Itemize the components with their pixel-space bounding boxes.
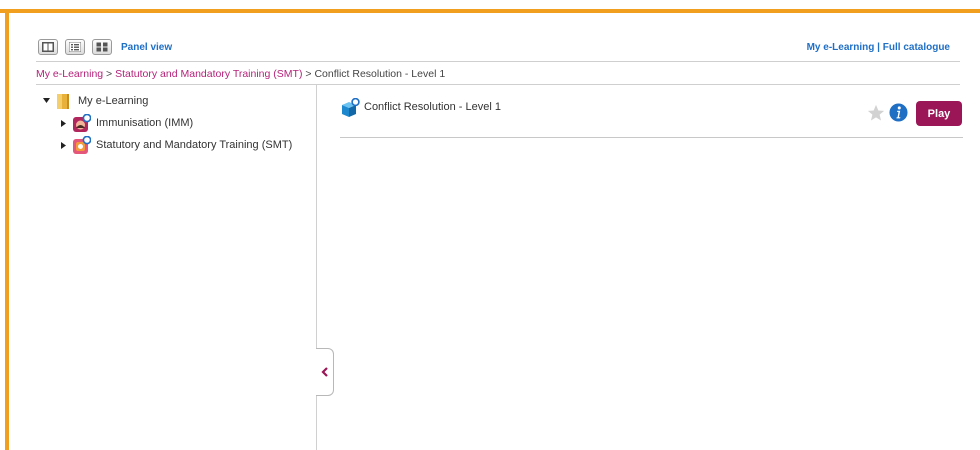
caret-right-icon[interactable] [60,141,68,149]
view-toolbar: Panel view My e-Learning | Full catalogu… [38,38,950,56]
grid-view-button[interactable] [92,39,112,55]
columns-view-button[interactable] [38,39,58,55]
breadcrumb-current: Conflict Resolution - Level 1 [314,68,446,80]
tree-item-my-elearning[interactable]: My e-Learning [42,92,148,110]
columns-view-icon [42,42,54,52]
chevron-left-icon [321,367,328,377]
list-view-button[interactable] [65,39,85,55]
item-divider [340,137,963,138]
top-links-separator: | [877,41,880,53]
list-item: Conflict Resolution - Level 1 Play [340,98,963,138]
course-group-icon [73,113,92,132]
my-elearning-link[interactable]: My e-Learning [807,42,875,53]
list-view-icon [69,42,81,52]
folder-icon [55,92,73,110]
breadcrumb-link-smt[interactable]: Statutory and Mandatory Training (SMT) [115,68,302,80]
breadcrumb-link-my-elearning[interactable]: My e-Learning [36,68,103,80]
toolbar-divider [36,61,960,62]
module-cube-icon [342,98,360,117]
breadcrumb-separator: > [106,68,113,80]
breadcrumb-separator: > [305,68,312,80]
top-links: My e-Learning | Full catalogue [807,42,950,53]
breadcrumb: My e-Learning > Statutory and Mandatory … [36,68,445,80]
course-group-icon [73,135,92,154]
info-icon[interactable] [889,103,908,122]
tree-item-immunisation[interactable]: Immunisation (IMM) [60,113,194,132]
tree-item-smt[interactable]: Statutory and Mandatory Training (SMT) [60,135,293,154]
grid-view-icon [96,42,108,52]
tree-item-label: Immunisation (IMM) [96,117,194,129]
caret-down-icon[interactable] [42,97,50,105]
play-button[interactable]: Play [916,101,962,126]
breadcrumb-divider [36,84,960,85]
full-catalogue-link[interactable]: Full catalogue [883,42,950,53]
caret-right-icon[interactable] [60,119,68,127]
frame-left-border [5,9,9,450]
module-title[interactable]: Conflict Resolution - Level 1 [364,101,501,113]
collapse-panel-button[interactable] [316,348,334,396]
tree-item-label: Statutory and Mandatory Training (SMT) [96,139,293,151]
tree-item-label: My e-Learning [78,95,149,107]
panel-view-label: Panel view [121,41,173,53]
star-icon[interactable] [867,104,885,122]
catalogue-tree: My e-Learning Immunisation (IMM) Statuto… [36,90,316,450]
frame-top-border [0,9,980,13]
